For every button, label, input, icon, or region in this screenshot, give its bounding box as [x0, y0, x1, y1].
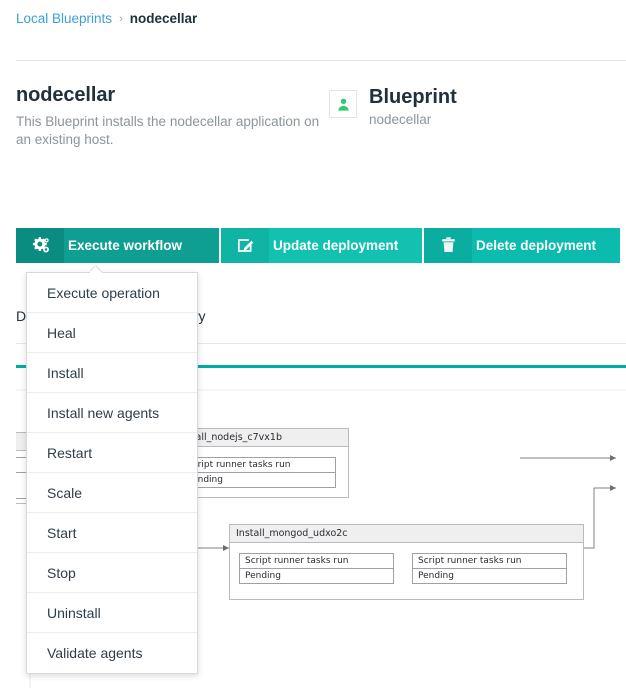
- blueprint-label: Blueprint: [369, 86, 457, 108]
- task-box[interactable]: Script runner tasks run Pending: [239, 553, 394, 584]
- action-buttons: Execute workflow Update deployment Delet…: [16, 228, 620, 263]
- menu-item-uninstall[interactable]: Uninstall: [27, 593, 197, 633]
- task-name: Script runner tasks run: [413, 554, 566, 569]
- task-box[interactable]: Script runner tasks run Pending: [181, 457, 336, 488]
- blueprint-info: Blueprint nodecellar: [329, 86, 457, 127]
- execute-workflow-menu[interactable]: Execute operation Heal Install Install n…: [26, 272, 198, 674]
- graph-group-title: Install_nodejs_c7vx1b: [172, 429, 348, 447]
- menu-item-validate-agents[interactable]: Validate agents: [27, 633, 197, 673]
- menu-item-install-new-agents[interactable]: Install new agents: [27, 393, 197, 433]
- graph-group-install-mongod[interactable]: Install_mongod_udxo2c Script runner task…: [229, 524, 584, 600]
- execute-workflow-button[interactable]: Execute workflow: [16, 228, 219, 263]
- task-status: Pending: [418, 571, 454, 581]
- breadcrumb: Local Blueprints › nodecellar: [16, 11, 197, 26]
- page-title: nodecellar: [16, 84, 116, 106]
- header-left: nodecellar This Blueprint installs the n…: [16, 84, 336, 149]
- menu-item-stop[interactable]: Stop: [27, 553, 197, 593]
- update-deployment-button[interactable]: Update deployment: [221, 228, 422, 263]
- task-status: Pending: [187, 475, 223, 485]
- update-deployment-label: Update deployment: [273, 238, 399, 253]
- menu-caret-icon: [90, 266, 103, 273]
- delete-deployment-button[interactable]: Delete deployment: [424, 228, 620, 263]
- deployment-page: Local Blueprints › nodecellar nodecellar…: [0, 0, 626, 688]
- page-header: nodecellar This Blueprint installs the n…: [16, 84, 614, 147]
- graph-group-body: Script runner tasks run Pending: [172, 447, 348, 498]
- menu-item-heal[interactable]: Heal: [27, 313, 197, 353]
- task-name: Script runner tasks run: [240, 554, 393, 569]
- person-icon: [329, 90, 357, 118]
- gears-icon: [16, 228, 64, 263]
- task-box[interactable]: Script runner tasks run Pending: [412, 553, 567, 584]
- delete-deployment-label: Delete deployment: [476, 238, 597, 253]
- pencil-square-icon: [221, 228, 269, 263]
- execute-workflow-label: Execute workflow: [68, 238, 183, 253]
- graph-group-body: Script runner tasks run Pending Script r…: [230, 543, 583, 594]
- trash-icon: [424, 228, 472, 263]
- page-description: This Blueprint installs the nodecellar a…: [16, 114, 320, 147]
- header-divider: [16, 60, 626, 61]
- menu-item-restart[interactable]: Restart: [27, 433, 197, 473]
- task-status: Pending: [245, 571, 281, 581]
- menu-item-execute-operation[interactable]: Execute operation: [27, 273, 197, 313]
- breadcrumb-separator-icon: ›: [119, 12, 123, 25]
- blueprint-meta: Blueprint nodecellar: [369, 86, 457, 127]
- graph-group-title: Install_mongod_udxo2c: [230, 525, 583, 543]
- task-name: Script runner tasks run: [182, 458, 335, 473]
- blueprint-name: nodecellar: [369, 112, 432, 127]
- menu-item-start[interactable]: Start: [27, 513, 197, 553]
- menu-item-install[interactable]: Install: [27, 353, 197, 393]
- breadcrumb-link-local-blueprints[interactable]: Local Blueprints: [16, 11, 112, 26]
- menu-item-scale[interactable]: Scale: [27, 473, 197, 513]
- breadcrumb-current: nodecellar: [129, 11, 198, 26]
